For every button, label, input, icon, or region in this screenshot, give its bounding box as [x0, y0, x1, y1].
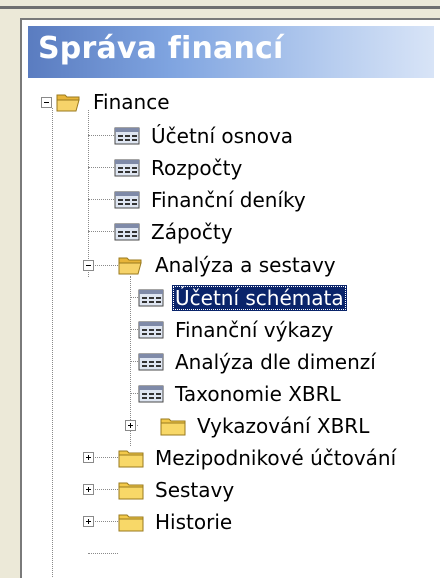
tree-node-label: Zápočty — [151, 220, 233, 244]
tree-branch — [88, 199, 114, 200]
open-folder-icon — [118, 257, 142, 275]
tree-node-sestavy[interactable]: Sestavy — [118, 476, 237, 504]
tree-node-label: Finanční výkazy — [175, 318, 334, 342]
closed-folder-icon — [118, 450, 144, 468]
tree-node-label: Rozpočty — [151, 156, 243, 180]
tree-node-label: Účetní osnova — [151, 124, 294, 148]
tree-node-label: Finance — [93, 90, 170, 114]
list-form-icon — [114, 127, 140, 145]
expand-historie-toggle[interactable] — [83, 516, 94, 527]
tree-node-rozpocty[interactable]: Rozpočty — [114, 154, 245, 182]
tree-node-financni-vykazy[interactable]: Finanční výkazy — [138, 316, 336, 344]
tree-node-label-selected: Účetní schémata — [172, 285, 347, 311]
collapse-analyza-toggle[interactable] — [83, 260, 94, 271]
tree-branch — [88, 167, 114, 168]
list-form-icon — [138, 321, 164, 339]
closed-folder-icon — [118, 482, 144, 500]
tree-node-mezipodnikove-uctovani[interactable]: Mezipodnikové účtování — [118, 444, 399, 472]
tree-branch — [130, 393, 138, 394]
tree-node-finance[interactable]: Finance — [56, 88, 173, 116]
expand-sestavy-toggle[interactable] — [83, 484, 94, 495]
list-form-icon — [114, 223, 140, 241]
tree-branch — [130, 361, 138, 362]
navigation-pane: Správa financí Finance Účetní osnova Roz… — [20, 18, 440, 578]
tree-node-vykazovani-xbrl[interactable]: Vykazování XBRL — [160, 412, 372, 440]
tree-branch — [130, 297, 138, 298]
closed-folder-icon — [118, 514, 144, 532]
list-form-icon — [138, 385, 164, 403]
list-form-icon — [114, 191, 140, 209]
tree-node-label: Taxonomie XBRL — [175, 382, 341, 406]
application-window: Správa financí Finance Účetní osnova Roz… — [0, 0, 440, 578]
tree-node-label: Historie — [155, 510, 233, 534]
tree-branch — [130, 329, 138, 330]
open-folder-icon — [56, 94, 80, 112]
tree-line-level1 — [52, 108, 53, 578]
tree-node-ucetni-osnova[interactable]: Účetní osnova — [114, 122, 296, 150]
tree-node-analyza-a-sestavy[interactable]: Analýza a sestavy — [118, 251, 339, 279]
list-form-icon — [114, 159, 140, 177]
expand-mezipodnikove-toggle[interactable] — [83, 452, 94, 463]
tree-branch — [88, 135, 114, 136]
window-top-border — [0, 6, 440, 9]
tree-node-label: Vykazování XBRL — [197, 414, 370, 438]
tree-node-analyza-dle-dimenzi[interactable]: Analýza dle dimenzí — [138, 348, 379, 376]
tree-node-label: Analýza dle dimenzí — [175, 350, 376, 374]
expand-vykazovani-xbrl-toggle[interactable] — [125, 420, 136, 431]
tree-node-label: Finanční deníky — [151, 188, 306, 212]
tree-node-ucetni-schemata[interactable]: Účetní schémata — [138, 284, 347, 312]
tree-node-zapocty[interactable]: Zápočty — [114, 218, 236, 246]
tree-node-label: Sestavy — [155, 478, 235, 502]
tree-branch — [88, 231, 114, 232]
tree-branch — [88, 553, 118, 554]
navigation-tree[interactable]: Finance Účetní osnova Rozpočty Finanční … — [22, 20, 440, 578]
list-form-icon — [138, 289, 164, 307]
closed-folder-icon — [160, 418, 186, 436]
tree-node-label: Mezipodnikové účtování — [155, 446, 397, 470]
tree-node-taxonomie-xbrl[interactable]: Taxonomie XBRL — [138, 380, 344, 408]
list-form-icon — [138, 353, 164, 371]
tree-node-financni-deniky[interactable]: Finanční deníky — [114, 186, 309, 214]
tree-node-label: Analýza a sestavy — [155, 253, 336, 277]
tree-node-historie[interactable]: Historie — [118, 508, 235, 536]
collapse-finance-toggle[interactable] — [41, 97, 52, 108]
